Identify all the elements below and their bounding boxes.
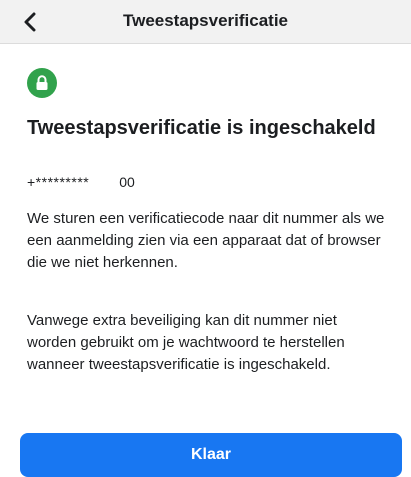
info-paragraph-verification-code: We sturen een verificatiecode naar dit n… [27,210,385,271]
info-paragraph-security-note: Vanwege extra beveiliging kan dit nummer… [27,312,345,373]
done-button[interactable]: Klaar [20,433,402,477]
lock-status-badge [27,68,57,98]
lock-icon [36,75,48,90]
phone-number-masked: +********* [27,174,90,190]
top-navigation-bar: Tweestapsverificatie [0,0,411,44]
confirmation-heading: Tweestapsverificatie is ingeschakeld [27,117,376,139]
page-title: Tweestapsverificatie [122,11,289,30]
phone-number-suffix: 00 [119,174,135,190]
phone-number: +********* 00 [27,174,387,190]
